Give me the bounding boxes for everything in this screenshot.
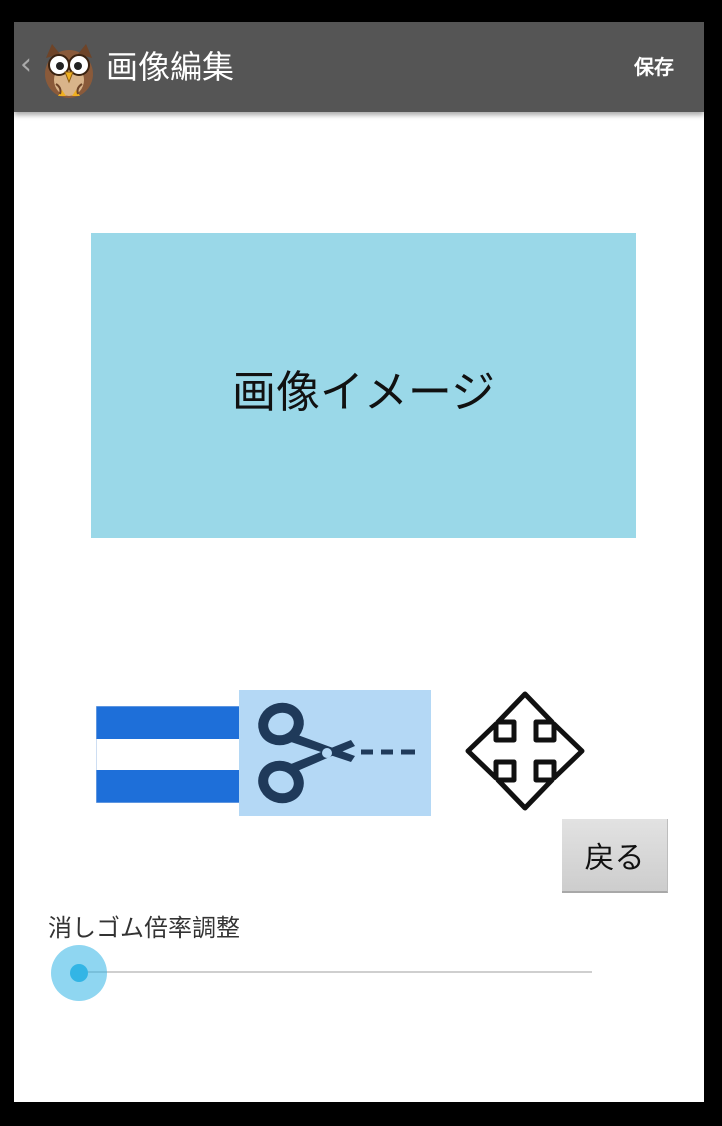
- save-button[interactable]: 保存: [634, 50, 674, 84]
- slider-track[interactable]: [78, 971, 592, 973]
- page-title: 画像編集: [106, 48, 235, 86]
- owl-logo[interactable]: [36, 36, 102, 102]
- menu-icon[interactable]: [96, 706, 240, 803]
- chevron-left-icon[interactable]: ‹: [20, 48, 36, 82]
- slider-thumb[interactable]: [70, 964, 88, 982]
- move-arrows-icon[interactable]: [462, 688, 588, 814]
- eraser-scale-label: 消しゴム倍率調整: [48, 914, 240, 942]
- screen: ‹ 画像編集 保存 画像イメージ 戻る 消しゴム倍率調整: [14, 22, 704, 1102]
- image-preview[interactable]: 画像イメージ: [91, 233, 636, 538]
- eraser-scale-slider[interactable]: [50, 944, 598, 1002]
- back-button[interactable]: 戻る: [562, 819, 668, 893]
- scissors-icon[interactable]: [239, 690, 431, 816]
- image-placeholder-label: 画像イメージ: [231, 366, 496, 418]
- action-bar: ‹ 画像編集 保存: [14, 22, 704, 112]
